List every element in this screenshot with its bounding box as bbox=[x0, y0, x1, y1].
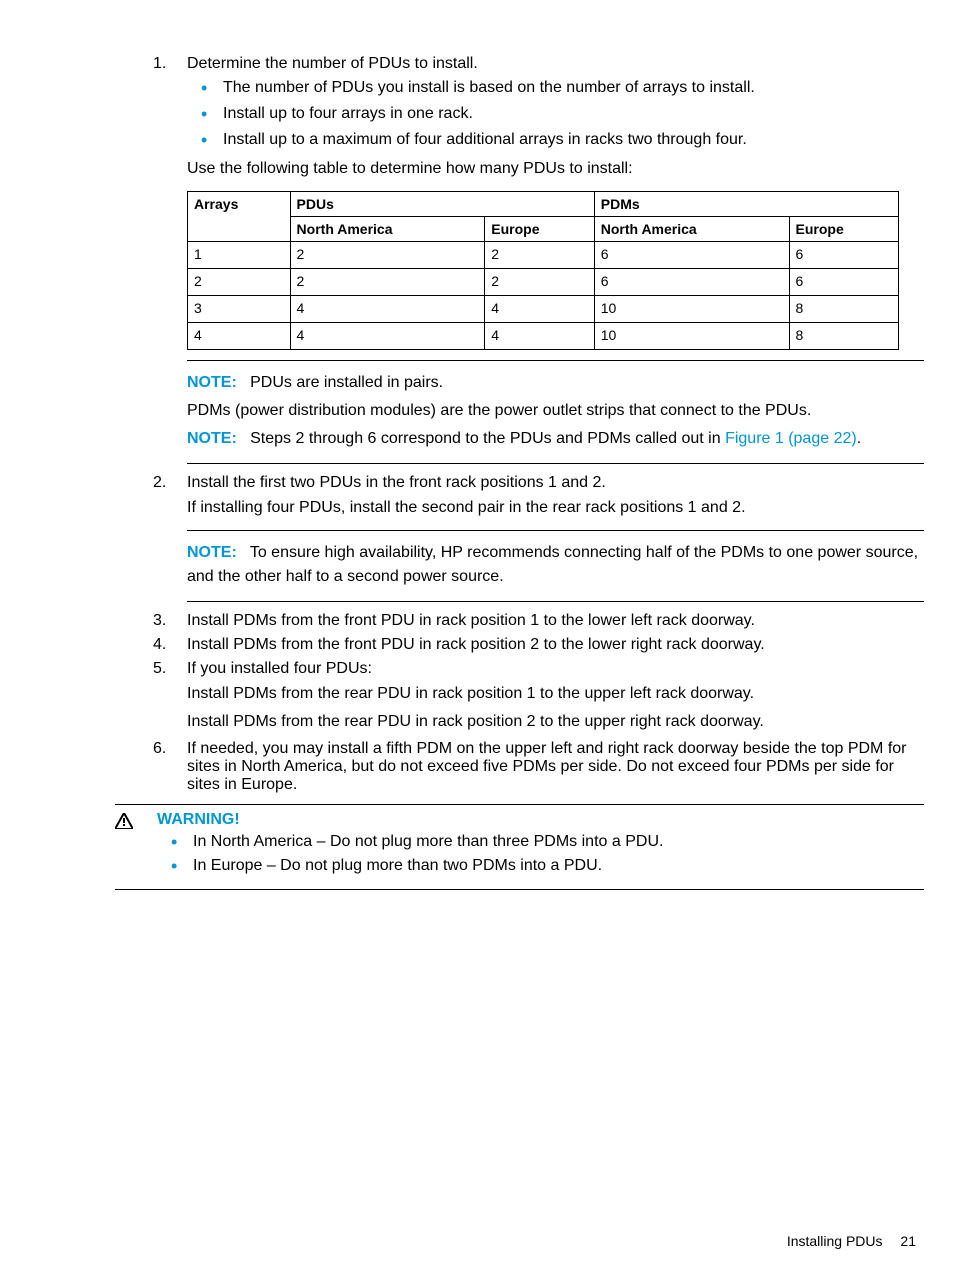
step-list: 1. Determine the number of PDUs to insta… bbox=[115, 55, 924, 181]
cell: 2 bbox=[485, 269, 594, 296]
footer-section: Installing PDUs bbox=[787, 1233, 883, 1249]
cell: 8 bbox=[789, 323, 899, 350]
step-text: Install PDMs from the front PDU in rack … bbox=[187, 636, 765, 653]
cell: 6 bbox=[594, 269, 789, 296]
warning-label: WARNING! bbox=[157, 811, 924, 829]
table-row: 4 4 4 10 8 bbox=[188, 323, 899, 350]
note-text: PDMs (power distribution modules) are th… bbox=[187, 399, 924, 423]
cell: 6 bbox=[789, 242, 899, 269]
bullet: Install up to four arrays in one rack. bbox=[187, 105, 924, 123]
page: 1. Determine the number of PDUs to insta… bbox=[0, 0, 954, 1271]
footer-page-number: 21 bbox=[900, 1233, 916, 1249]
note-text: PDUs are installed in pairs. bbox=[250, 374, 443, 391]
step-number: 2. bbox=[153, 474, 166, 492]
step-text: If installing four PDUs, install the sec… bbox=[187, 496, 924, 520]
warning-body: WARNING! In North America – Do not plug … bbox=[157, 811, 924, 881]
figure-link[interactable]: Figure 1 (page 22) bbox=[725, 430, 857, 447]
step-1: 1. Determine the number of PDUs to insta… bbox=[115, 55, 924, 181]
col-pdu-eu: Europe bbox=[485, 217, 594, 242]
cell: 4 bbox=[485, 323, 594, 350]
cell: 6 bbox=[594, 242, 789, 269]
cell: 4 bbox=[485, 296, 594, 323]
warning-item: In North America – Do not plug more than… bbox=[157, 833, 924, 851]
cell: 4 bbox=[188, 323, 291, 350]
step-number: 5. bbox=[153, 660, 166, 678]
col-pdus: PDUs bbox=[290, 192, 594, 217]
note-block-1: NOTE: PDUs are installed in pairs. PDMs … bbox=[187, 360, 924, 464]
page-footer: Installing PDUs 21 bbox=[787, 1233, 916, 1249]
step-list: 3. Install PDMs from the front PDU in ra… bbox=[115, 612, 924, 794]
step-text: Install PDMs from the rear PDU in rack p… bbox=[187, 682, 924, 706]
step-text: Install the first two PDUs in the front … bbox=[187, 474, 606, 491]
step-6: 6. If needed, you may install a fifth PD… bbox=[115, 740, 924, 794]
step-1-bullets: The number of PDUs you install is based … bbox=[187, 79, 924, 149]
step-3: 3. Install PDMs from the front PDU in ra… bbox=[115, 612, 924, 630]
warning-icon bbox=[115, 811, 157, 881]
note-label: NOTE: bbox=[187, 544, 237, 561]
cell: 10 bbox=[594, 296, 789, 323]
warning-list: In North America – Do not plug more than… bbox=[157, 833, 924, 875]
cell: 4 bbox=[290, 323, 485, 350]
cell: 3 bbox=[188, 296, 291, 323]
cell: 4 bbox=[290, 296, 485, 323]
col-pdms: PDMs bbox=[594, 192, 898, 217]
cell: 8 bbox=[789, 296, 899, 323]
note-text: Steps 2 through 6 correspond to the PDUs… bbox=[250, 430, 725, 447]
col-pdm-eu: Europe bbox=[789, 217, 899, 242]
note-label: NOTE: bbox=[187, 430, 237, 447]
note-label: NOTE: bbox=[187, 374, 237, 391]
note-text: . bbox=[857, 430, 861, 447]
cell: 1 bbox=[188, 242, 291, 269]
table-row: 1 2 2 6 6 bbox=[188, 242, 899, 269]
step-text: Determine the number of PDUs to install. bbox=[187, 55, 478, 72]
step-5: 5. If you installed four PDUs: Install P… bbox=[115, 660, 924, 734]
note-text: To ensure high availability, HP recommen… bbox=[187, 544, 918, 585]
col-arrays: Arrays bbox=[188, 192, 291, 242]
cell: 6 bbox=[789, 269, 899, 296]
step-text: If you installed four PDUs: bbox=[187, 660, 372, 677]
bullet: Install up to a maximum of four addition… bbox=[187, 131, 924, 149]
step-1-tail: Use the following table to determine how… bbox=[187, 157, 924, 181]
step-text: Install PDMs from the rear PDU in rack p… bbox=[187, 710, 924, 734]
step-number: 3. bbox=[153, 612, 166, 630]
col-pdu-na: North America bbox=[290, 217, 485, 242]
step-text: If needed, you may install a fifth PDM o… bbox=[187, 740, 907, 793]
cell: 2 bbox=[485, 242, 594, 269]
warning-block: WARNING! In North America – Do not plug … bbox=[115, 804, 924, 890]
step-4: 4. Install PDMs from the front PDU in ra… bbox=[115, 636, 924, 654]
cell: 10 bbox=[594, 323, 789, 350]
bullet: The number of PDUs you install is based … bbox=[187, 79, 924, 97]
step-2: 2. Install the first two PDUs in the fro… bbox=[115, 474, 924, 520]
step-number: 1. bbox=[153, 55, 166, 73]
table-row: 3 4 4 10 8 bbox=[188, 296, 899, 323]
step-text: Install PDMs from the front PDU in rack … bbox=[187, 612, 755, 629]
step-number: 4. bbox=[153, 636, 166, 654]
table-row: 2 2 2 6 6 bbox=[188, 269, 899, 296]
cell: 2 bbox=[188, 269, 291, 296]
cell: 2 bbox=[290, 269, 485, 296]
step-list: 2. Install the first two PDUs in the fro… bbox=[115, 474, 924, 520]
col-pdm-na: North America bbox=[594, 217, 789, 242]
step-number: 6. bbox=[153, 740, 166, 758]
warning-item: In Europe – Do not plug more than two PD… bbox=[157, 857, 924, 875]
pdu-table: Arrays PDUs PDMs North America Europe No… bbox=[187, 191, 899, 350]
note-block-2: NOTE: To ensure high availability, HP re… bbox=[187, 530, 924, 602]
cell: 2 bbox=[290, 242, 485, 269]
